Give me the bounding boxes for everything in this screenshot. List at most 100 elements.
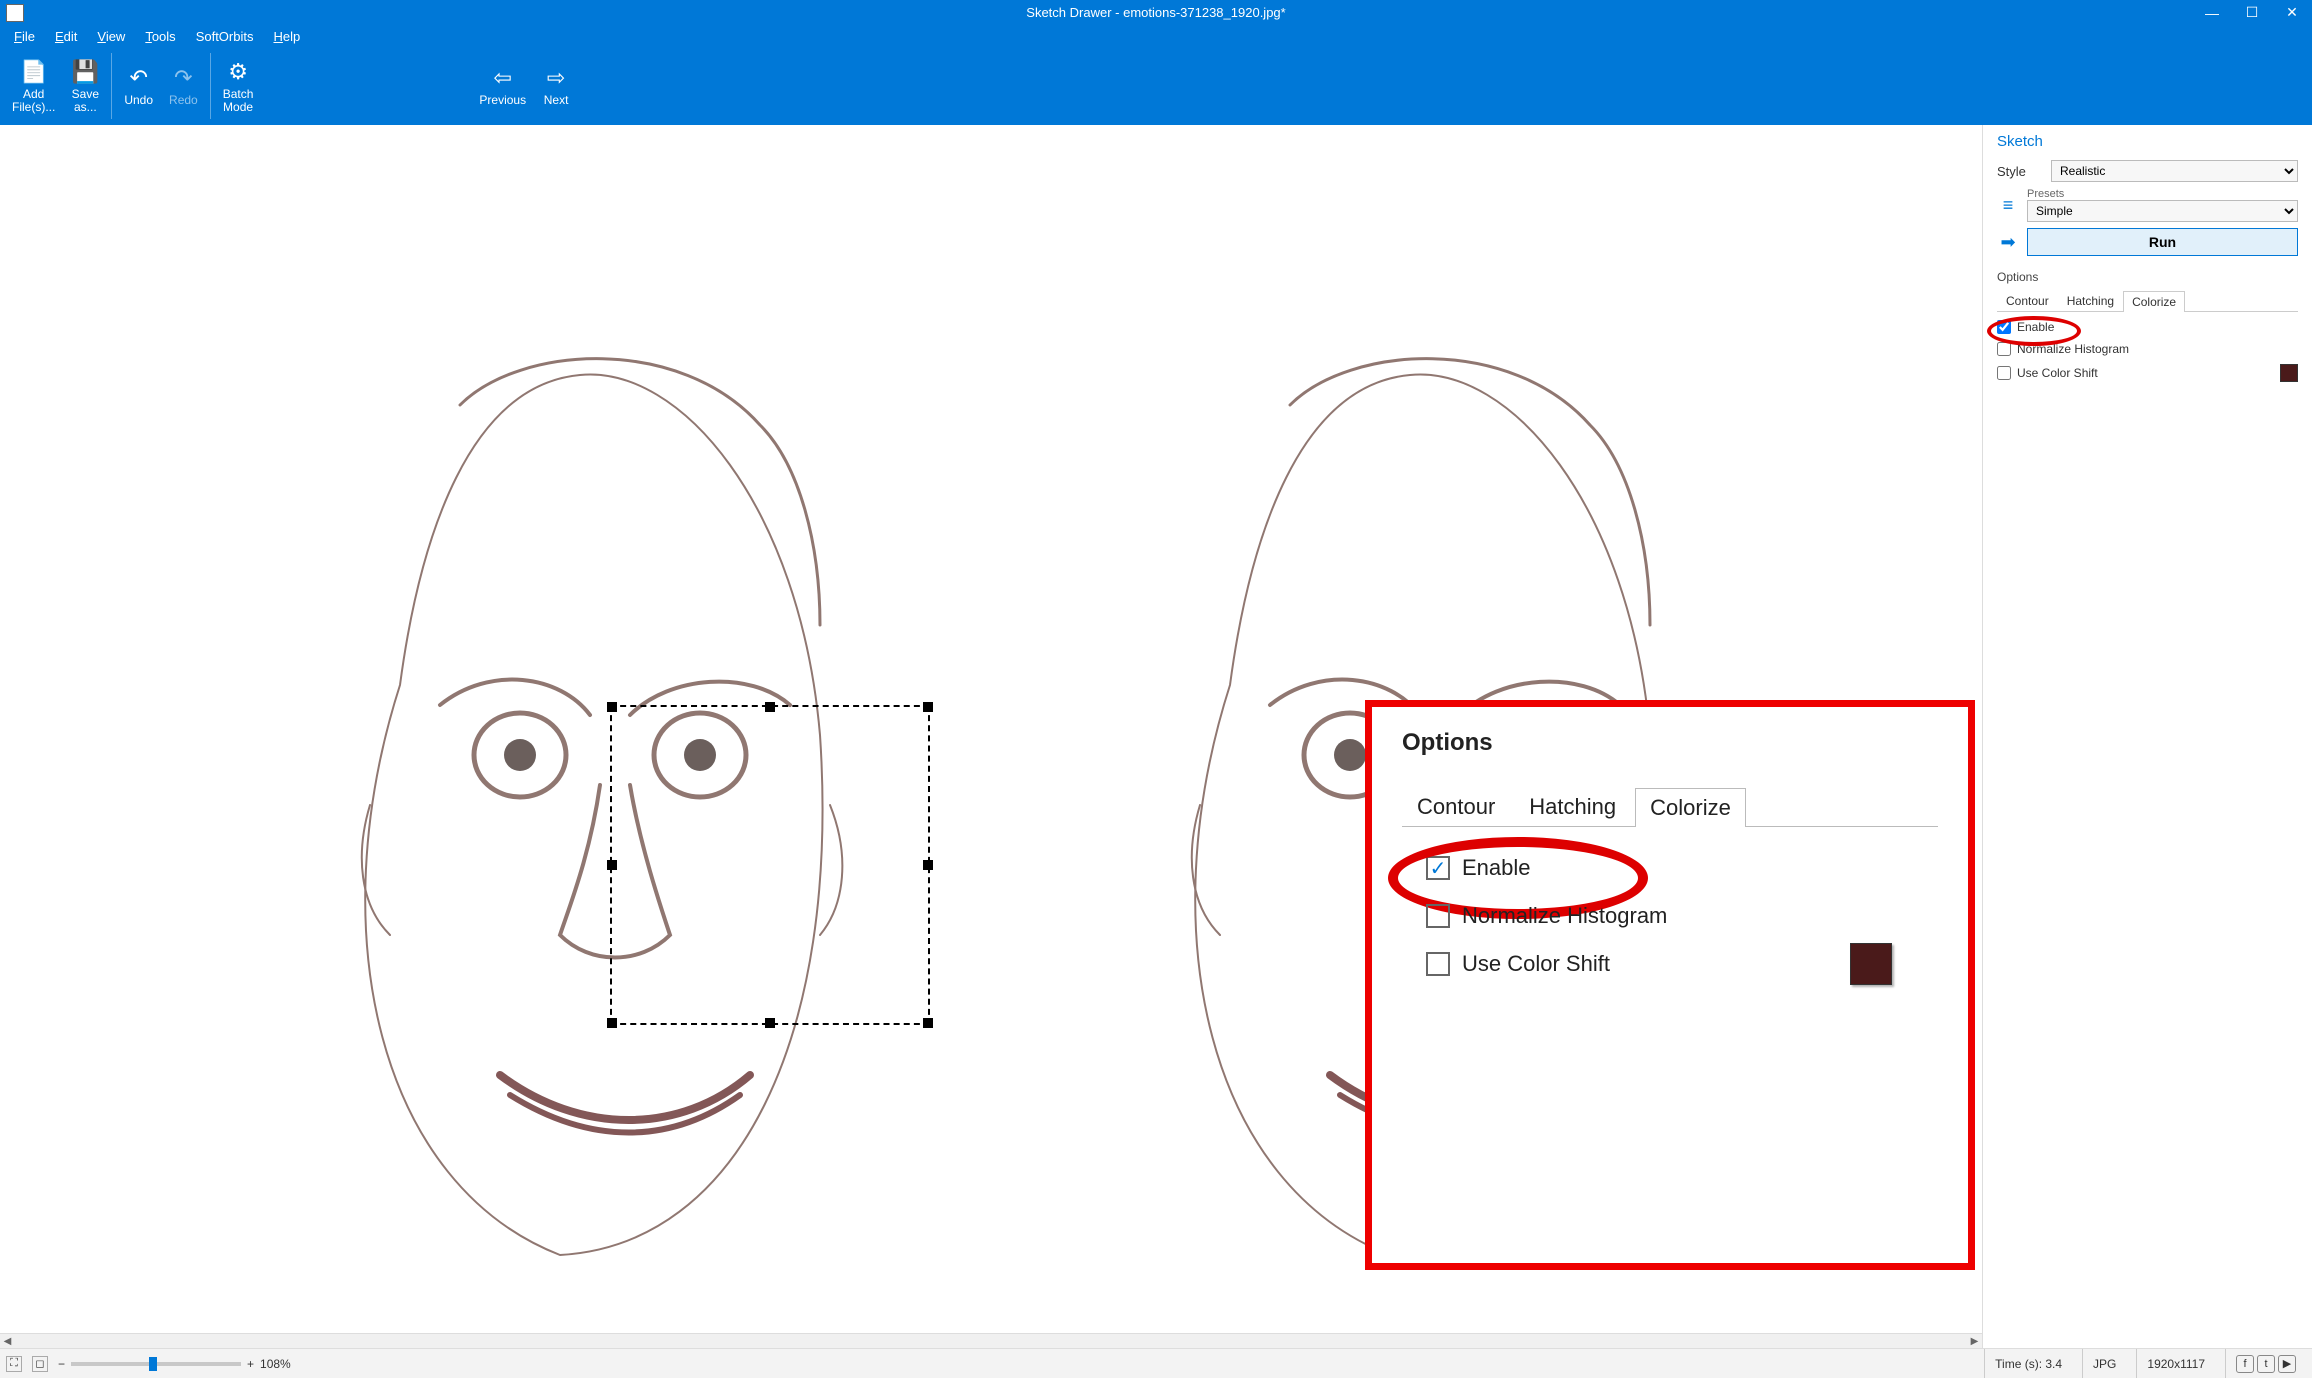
ribbon: 📄 Add File(s)... 💾 Save as... ↶ Undo ↷ R… bbox=[0, 47, 2312, 125]
presets-label: Presets bbox=[2027, 188, 2298, 200]
callout-normalize-label: Normalize Histogram bbox=[1462, 903, 1667, 929]
format-cell: JPG bbox=[2082, 1349, 2126, 1378]
status-bar: ⛶ ◻ − + 108% Time (s): 3.4 JPG 1920x1117… bbox=[0, 1348, 2312, 1378]
callout-colorshift-checkbox[interactable]: Use Color Shift bbox=[1426, 951, 1938, 977]
callout-header: Options bbox=[1402, 729, 1938, 757]
colorshift-checkbox[interactable]: Use Color Shift bbox=[1997, 364, 2298, 382]
save-as-button[interactable]: 💾 Save as... bbox=[63, 47, 107, 125]
tab-colorize[interactable]: Colorize bbox=[2123, 291, 2185, 312]
callout-shift-label: Use Color Shift bbox=[1462, 951, 1610, 977]
horizontal-scrollbar[interactable]: ◀ ▶ bbox=[0, 1333, 1982, 1348]
callout-normalize-checkbox[interactable]: Normalize Histogram bbox=[1426, 903, 1938, 929]
actual-size-icon[interactable]: ◻ bbox=[32, 1356, 48, 1372]
zoom-slider[interactable] bbox=[71, 1362, 241, 1366]
zoom-value: 108% bbox=[260, 1357, 291, 1371]
callout-enable-checkbox[interactable]: Enable bbox=[1426, 855, 1938, 881]
app-icon bbox=[6, 4, 24, 22]
run-button[interactable]: Run bbox=[2027, 228, 2298, 256]
checkbox-input[interactable] bbox=[1997, 366, 2011, 380]
color-swatch[interactable] bbox=[2280, 364, 2298, 382]
prev-icon: ⇦ bbox=[489, 64, 517, 92]
redo-icon: ↷ bbox=[169, 64, 197, 92]
twitter-icon[interactable]: t bbox=[2257, 1355, 2275, 1373]
add-files-button[interactable]: 📄 Add File(s)... bbox=[4, 47, 63, 125]
next-icon: ⇨ bbox=[542, 64, 570, 92]
dimensions-cell: 1920x1117 bbox=[2136, 1349, 2215, 1378]
checkbox-icon bbox=[1426, 952, 1450, 976]
tab-hatching[interactable]: Hatching bbox=[2058, 290, 2123, 311]
zoom-in-button[interactable]: + bbox=[247, 1357, 254, 1371]
side-panel: Sketch Style Realistic ≡ Presets Simple … bbox=[1982, 125, 2312, 1348]
style-select[interactable]: Realistic bbox=[2051, 160, 2298, 182]
selection-marquee[interactable] bbox=[610, 705, 930, 1025]
scroll-right-icon[interactable]: ▶ bbox=[1967, 1334, 1982, 1349]
resize-handle[interactable] bbox=[923, 1018, 933, 1028]
separator bbox=[210, 53, 211, 119]
add-file-icon: 📄 bbox=[20, 58, 48, 86]
save-icon: 💾 bbox=[71, 58, 99, 86]
undo-button[interactable]: ↶ Undo bbox=[116, 47, 161, 125]
resize-handle[interactable] bbox=[765, 1018, 775, 1028]
social-links: f t ▶ bbox=[2225, 1349, 2306, 1378]
sliders-icon: ≡ bbox=[1997, 194, 2019, 216]
checkbox-icon bbox=[1426, 904, 1450, 928]
scroll-left-icon[interactable]: ◀ bbox=[0, 1334, 15, 1349]
options-tabs: Contour Hatching Colorize bbox=[1997, 290, 2298, 312]
nav-group: ⇦ Previous ⇨ Next bbox=[471, 47, 578, 125]
callout-enable-label: Enable bbox=[1462, 855, 1531, 881]
previous-button[interactable]: ⇦ Previous bbox=[471, 47, 534, 125]
menu-view[interactable]: View bbox=[87, 27, 135, 46]
callout-tab-hatching[interactable]: Hatching bbox=[1514, 787, 1631, 826]
tab-contour[interactable]: Contour bbox=[1997, 290, 2058, 311]
scroll-track[interactable] bbox=[15, 1334, 1967, 1348]
menu-tools[interactable]: Tools bbox=[135, 27, 185, 46]
zoom-control: − + 108% bbox=[58, 1357, 291, 1371]
close-button[interactable]: ✕ bbox=[2272, 0, 2312, 25]
menu-softorbits[interactable]: SoftOrbits bbox=[186, 27, 264, 46]
resize-handle[interactable] bbox=[607, 1018, 617, 1028]
separator bbox=[111, 53, 112, 119]
maximize-button[interactable]: ☐ bbox=[2232, 0, 2272, 25]
style-label: Style bbox=[1997, 164, 2043, 179]
enable-checkbox[interactable]: Enable bbox=[1997, 320, 2298, 334]
callout-tabs: Contour Hatching Colorize bbox=[1402, 787, 1938, 827]
resize-handle[interactable] bbox=[607, 860, 617, 870]
undo-icon: ↶ bbox=[125, 64, 153, 92]
menu-edit[interactable]: Edit bbox=[45, 27, 87, 46]
callout-color-swatch[interactable] bbox=[1850, 943, 1892, 985]
menu-file[interactable]: File bbox=[4, 27, 45, 46]
run-arrow-icon: ➡ bbox=[1997, 231, 2019, 253]
batch-mode-button[interactable]: ⚙ Batch Mode bbox=[215, 47, 262, 125]
callout-tab-contour[interactable]: Contour bbox=[1402, 787, 1510, 826]
callout-tab-colorize[interactable]: Colorize bbox=[1635, 788, 1746, 827]
menu-bar: File Edit View Tools SoftOrbits Help bbox=[0, 25, 2312, 47]
window-title: Sketch Drawer - emotions-371238_1920.jpg… bbox=[1026, 5, 1285, 20]
fit-screen-icon[interactable]: ⛶ bbox=[6, 1356, 22, 1372]
resize-handle[interactable] bbox=[923, 860, 933, 870]
options-label: Options bbox=[1997, 270, 2298, 284]
enable-label: Enable bbox=[2017, 320, 2054, 334]
resize-handle[interactable] bbox=[607, 702, 617, 712]
title-bar: Sketch Drawer - emotions-371238_1920.jpg… bbox=[0, 0, 2312, 25]
redo-button: ↷ Redo bbox=[161, 47, 206, 125]
checkbox-icon bbox=[1426, 856, 1450, 880]
checkbox-input[interactable] bbox=[1997, 320, 2011, 334]
zoom-out-button[interactable]: − bbox=[58, 1357, 65, 1371]
resize-handle[interactable] bbox=[923, 702, 933, 712]
presets-select[interactable]: Simple bbox=[2027, 200, 2298, 222]
resize-handle[interactable] bbox=[765, 702, 775, 712]
window-controls: — ☐ ✕ bbox=[2192, 0, 2312, 25]
minimize-button[interactable]: — bbox=[2192, 0, 2232, 25]
menu-help[interactable]: Help bbox=[263, 27, 310, 46]
gear-icon: ⚙ bbox=[224, 58, 252, 86]
time-cell: Time (s): 3.4 bbox=[1984, 1349, 2072, 1378]
share-icon[interactable]: ▶ bbox=[2278, 1355, 2296, 1373]
canvas[interactable]: Options Contour Hatching Colorize Enable… bbox=[0, 125, 1982, 1348]
facebook-icon[interactable]: f bbox=[2236, 1355, 2254, 1373]
zoom-thumb[interactable] bbox=[149, 1357, 157, 1371]
options-callout: Options Contour Hatching Colorize Enable… bbox=[1365, 700, 1975, 1270]
shift-label: Use Color Shift bbox=[2017, 366, 2098, 380]
checkbox-input[interactable] bbox=[1997, 342, 2011, 356]
work-area: Options Contour Hatching Colorize Enable… bbox=[0, 125, 2312, 1348]
next-button[interactable]: ⇨ Next bbox=[534, 47, 578, 125]
